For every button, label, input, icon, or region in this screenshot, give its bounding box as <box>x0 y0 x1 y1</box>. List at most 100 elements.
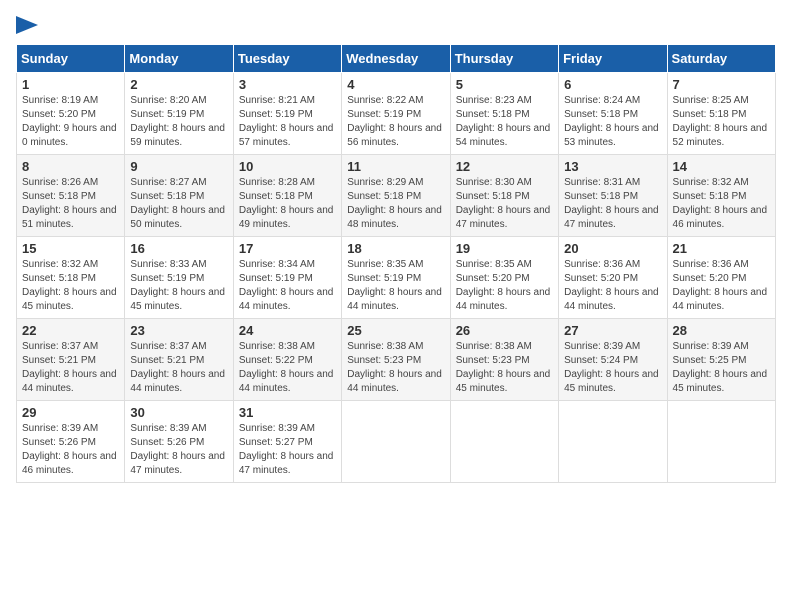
day-number: 19 <box>456 241 553 256</box>
calendar-cell: 6 Sunrise: 8:24 AMSunset: 5:18 PMDayligh… <box>559 73 667 155</box>
day-number: 31 <box>239 405 336 420</box>
day-info: Sunrise: 8:23 AMSunset: 5:18 PMDaylight:… <box>456 94 553 150</box>
day-number: 23 <box>130 323 227 338</box>
day-header-tuesday: Tuesday <box>233 45 341 73</box>
calendar-cell <box>667 401 775 483</box>
calendar-cell <box>559 401 667 483</box>
calendar-cell <box>342 401 450 483</box>
day-info: Sunrise: 8:29 AMSunset: 5:18 PMDaylight:… <box>347 176 444 232</box>
calendar-cell: 22 Sunrise: 8:37 AMSunset: 5:21 PMDaylig… <box>17 319 125 401</box>
day-info: Sunrise: 8:22 AMSunset: 5:19 PMDaylight:… <box>347 94 444 150</box>
calendar-cell: 2 Sunrise: 8:20 AMSunset: 5:19 PMDayligh… <box>125 73 233 155</box>
day-info: Sunrise: 8:32 AMSunset: 5:18 PMDaylight:… <box>22 258 119 314</box>
calendar-cell: 31 Sunrise: 8:39 AMSunset: 5:27 PMDaylig… <box>233 401 341 483</box>
calendar-cell: 13 Sunrise: 8:31 AMSunset: 5:18 PMDaylig… <box>559 155 667 237</box>
day-info: Sunrise: 8:39 AMSunset: 5:26 PMDaylight:… <box>22 422 119 478</box>
day-info: Sunrise: 8:30 AMSunset: 5:18 PMDaylight:… <box>456 176 553 232</box>
day-number: 15 <box>22 241 119 256</box>
day-info: Sunrise: 8:39 AMSunset: 5:26 PMDaylight:… <box>130 422 227 478</box>
day-info: Sunrise: 8:37 AMSunset: 5:21 PMDaylight:… <box>130 340 227 396</box>
day-header-wednesday: Wednesday <box>342 45 450 73</box>
logo-arrow-icon <box>16 16 38 34</box>
day-info: Sunrise: 8:39 AMSunset: 5:24 PMDaylight:… <box>564 340 661 396</box>
day-number: 2 <box>130 77 227 92</box>
day-info: Sunrise: 8:38 AMSunset: 5:23 PMDaylight:… <box>456 340 553 396</box>
day-info: Sunrise: 8:19 AMSunset: 5:20 PMDaylight:… <box>22 94 119 150</box>
day-number: 1 <box>22 77 119 92</box>
calendar-cell: 11 Sunrise: 8:29 AMSunset: 5:18 PMDaylig… <box>342 155 450 237</box>
calendar-cell: 14 Sunrise: 8:32 AMSunset: 5:18 PMDaylig… <box>667 155 775 237</box>
day-number: 21 <box>673 241 770 256</box>
calendar-cell: 3 Sunrise: 8:21 AMSunset: 5:19 PMDayligh… <box>233 73 341 155</box>
day-number: 16 <box>130 241 227 256</box>
calendar-cell: 28 Sunrise: 8:39 AMSunset: 5:25 PMDaylig… <box>667 319 775 401</box>
page-header <box>16 16 776 34</box>
calendar-cell: 9 Sunrise: 8:27 AMSunset: 5:18 PMDayligh… <box>125 155 233 237</box>
day-number: 5 <box>456 77 553 92</box>
day-info: Sunrise: 8:31 AMSunset: 5:18 PMDaylight:… <box>564 176 661 232</box>
calendar-cell: 1 Sunrise: 8:19 AMSunset: 5:20 PMDayligh… <box>17 73 125 155</box>
day-info: Sunrise: 8:38 AMSunset: 5:23 PMDaylight:… <box>347 340 444 396</box>
day-info: Sunrise: 8:26 AMSunset: 5:18 PMDaylight:… <box>22 176 119 232</box>
day-number: 7 <box>673 77 770 92</box>
calendar-cell: 26 Sunrise: 8:38 AMSunset: 5:23 PMDaylig… <box>450 319 558 401</box>
day-info: Sunrise: 8:25 AMSunset: 5:18 PMDaylight:… <box>673 94 770 150</box>
day-header-friday: Friday <box>559 45 667 73</box>
day-info: Sunrise: 8:39 AMSunset: 5:27 PMDaylight:… <box>239 422 336 478</box>
day-info: Sunrise: 8:36 AMSunset: 5:20 PMDaylight:… <box>564 258 661 314</box>
calendar-cell: 19 Sunrise: 8:35 AMSunset: 5:20 PMDaylig… <box>450 237 558 319</box>
day-info: Sunrise: 8:39 AMSunset: 5:25 PMDaylight:… <box>673 340 770 396</box>
calendar-cell: 10 Sunrise: 8:28 AMSunset: 5:18 PMDaylig… <box>233 155 341 237</box>
day-header-sunday: Sunday <box>17 45 125 73</box>
day-info: Sunrise: 8:37 AMSunset: 5:21 PMDaylight:… <box>22 340 119 396</box>
day-header-thursday: Thursday <box>450 45 558 73</box>
day-info: Sunrise: 8:28 AMSunset: 5:18 PMDaylight:… <box>239 176 336 232</box>
calendar-cell: 20 Sunrise: 8:36 AMSunset: 5:20 PMDaylig… <box>559 237 667 319</box>
day-number: 18 <box>347 241 444 256</box>
calendar-cell: 15 Sunrise: 8:32 AMSunset: 5:18 PMDaylig… <box>17 237 125 319</box>
day-info: Sunrise: 8:21 AMSunset: 5:19 PMDaylight:… <box>239 94 336 150</box>
day-number: 17 <box>239 241 336 256</box>
calendar-cell: 7 Sunrise: 8:25 AMSunset: 5:18 PMDayligh… <box>667 73 775 155</box>
day-number: 20 <box>564 241 661 256</box>
day-number: 25 <box>347 323 444 338</box>
calendar-cell: 27 Sunrise: 8:39 AMSunset: 5:24 PMDaylig… <box>559 319 667 401</box>
day-number: 12 <box>456 159 553 174</box>
day-number: 22 <box>22 323 119 338</box>
day-number: 4 <box>347 77 444 92</box>
calendar-cell: 16 Sunrise: 8:33 AMSunset: 5:19 PMDaylig… <box>125 237 233 319</box>
day-number: 3 <box>239 77 336 92</box>
calendar-cell: 17 Sunrise: 8:34 AMSunset: 5:19 PMDaylig… <box>233 237 341 319</box>
day-header-monday: Monday <box>125 45 233 73</box>
calendar-cell: 4 Sunrise: 8:22 AMSunset: 5:19 PMDayligh… <box>342 73 450 155</box>
day-number: 9 <box>130 159 227 174</box>
day-number: 30 <box>130 405 227 420</box>
day-number: 28 <box>673 323 770 338</box>
calendar-cell: 23 Sunrise: 8:37 AMSunset: 5:21 PMDaylig… <box>125 319 233 401</box>
day-number: 29 <box>22 405 119 420</box>
day-info: Sunrise: 8:32 AMSunset: 5:18 PMDaylight:… <box>673 176 770 232</box>
calendar-cell: 12 Sunrise: 8:30 AMSunset: 5:18 PMDaylig… <box>450 155 558 237</box>
day-info: Sunrise: 8:34 AMSunset: 5:19 PMDaylight:… <box>239 258 336 314</box>
day-info: Sunrise: 8:33 AMSunset: 5:19 PMDaylight:… <box>130 258 227 314</box>
calendar-cell <box>450 401 558 483</box>
day-info: Sunrise: 8:36 AMSunset: 5:20 PMDaylight:… <box>673 258 770 314</box>
day-info: Sunrise: 8:24 AMSunset: 5:18 PMDaylight:… <box>564 94 661 150</box>
calendar-cell: 18 Sunrise: 8:35 AMSunset: 5:19 PMDaylig… <box>342 237 450 319</box>
day-info: Sunrise: 8:35 AMSunset: 5:20 PMDaylight:… <box>456 258 553 314</box>
day-number: 24 <box>239 323 336 338</box>
day-info: Sunrise: 8:27 AMSunset: 5:18 PMDaylight:… <box>130 176 227 232</box>
day-number: 26 <box>456 323 553 338</box>
calendar-cell: 29 Sunrise: 8:39 AMSunset: 5:26 PMDaylig… <box>17 401 125 483</box>
day-info: Sunrise: 8:20 AMSunset: 5:19 PMDaylight:… <box>130 94 227 150</box>
day-number: 13 <box>564 159 661 174</box>
calendar-cell: 30 Sunrise: 8:39 AMSunset: 5:26 PMDaylig… <box>125 401 233 483</box>
day-number: 8 <box>22 159 119 174</box>
day-number: 27 <box>564 323 661 338</box>
calendar-cell: 21 Sunrise: 8:36 AMSunset: 5:20 PMDaylig… <box>667 237 775 319</box>
calendar-cell: 8 Sunrise: 8:26 AMSunset: 5:18 PMDayligh… <box>17 155 125 237</box>
calendar-table: SundayMondayTuesdayWednesdayThursdayFrid… <box>16 44 776 483</box>
day-number: 11 <box>347 159 444 174</box>
day-number: 10 <box>239 159 336 174</box>
logo <box>16 16 38 34</box>
